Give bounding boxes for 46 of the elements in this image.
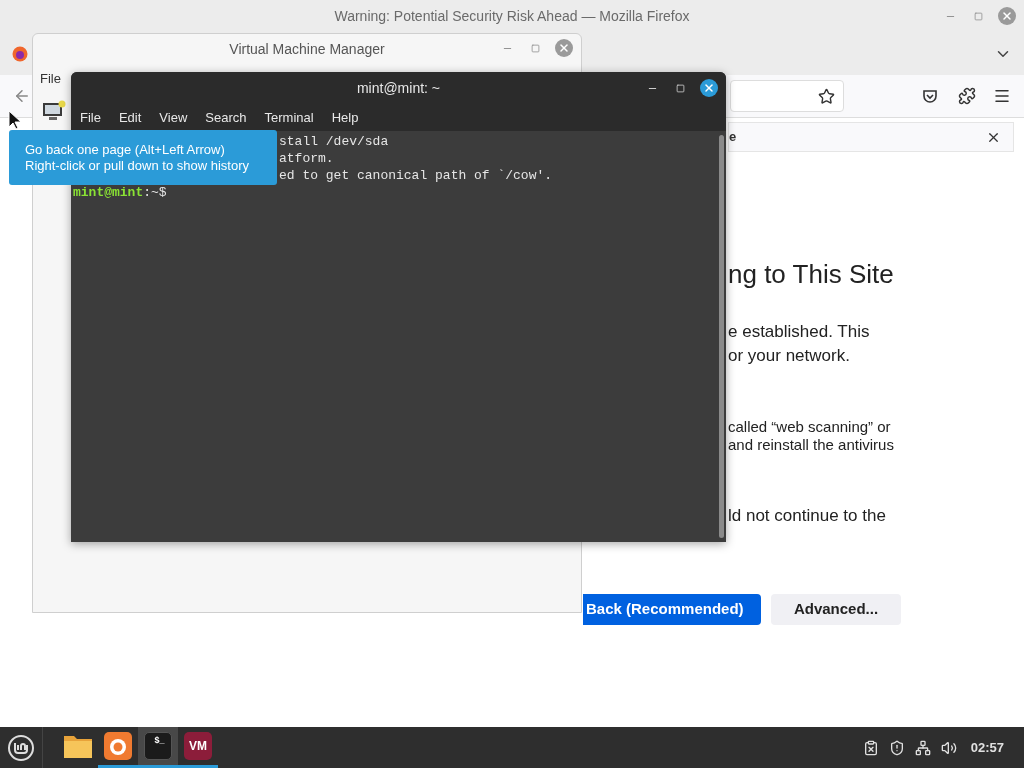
mint-logo-icon[interactable] [7, 733, 35, 762]
window-title: mint@mint: ~ [356, 78, 441, 98]
menu-item[interactable]: Terminal [264, 107, 314, 128]
terminal-icon: $_ [144, 732, 172, 760]
folder-icon [63, 733, 93, 759]
window-title: Virtual Machine Manager [229, 39, 385, 59]
menu-item[interactable]: Search [205, 107, 247, 128]
advanced-button[interactable]: Advanced... [771, 594, 901, 625]
volume-icon[interactable] [940, 739, 957, 756]
clock[interactable]: 02:57 [970, 737, 1004, 758]
prompt-user: mint@mint [73, 184, 144, 201]
menu-item[interactable]: Edit [118, 107, 142, 128]
taskbar-app[interactable]: $_ [138, 727, 178, 768]
body-text: ld not continue to the [728, 505, 887, 527]
menu-item[interactable]: Help [331, 107, 359, 128]
terminal-line: stall /dev/sda [279, 133, 389, 150]
window-title: Warning: Potential Security Risk Ahead — Mozilla Firefox [334, 7, 690, 26]
menu-item[interactable]: File [40, 69, 61, 89]
terminal-line: atform. [279, 150, 334, 167]
url-field[interactable] [730, 80, 844, 112]
shield-icon[interactable] [888, 739, 905, 756]
scrollbar[interactable] [719, 135, 724, 538]
tooltip-text: Go back one page (Alt+Left Arrow) [25, 141, 226, 158]
taskbar-app[interactable]: VM [178, 727, 218, 768]
back-button[interactable]: Back (Recommended) [583, 594, 761, 625]
vm-icon: VM [184, 732, 212, 760]
page-heading: ng to This Site [728, 258, 895, 290]
menu-item[interactable]: File [80, 107, 101, 128]
menu-icon[interactable] [993, 87, 1011, 105]
body-text: called “web scanning” or and reinstall the antivirus [728, 418, 895, 454]
pocket-icon[interactable] [922, 88, 938, 104]
menu-item[interactable]: View [159, 107, 188, 128]
tooltip-text: Right-click or pull down to show history [25, 157, 250, 174]
terminal-line: ed to get canonical path of `/cow'. [279, 167, 553, 184]
prompt-path: :~$ [143, 184, 167, 201]
clipboard-icon[interactable] [862, 739, 879, 756]
extensions-icon[interactable] [958, 87, 976, 105]
notification-text: e [729, 128, 737, 147]
star-icon[interactable] [818, 87, 835, 105]
close-button[interactable] [700, 79, 718, 97]
close-icon [558, 42, 570, 54]
close-icon [1001, 10, 1013, 22]
close-icon [703, 82, 715, 94]
monitor-icon[interactable] [42, 100, 66, 122]
body-text: e established. This or your network. [728, 321, 871, 367]
network-icon[interactable] [914, 739, 931, 756]
